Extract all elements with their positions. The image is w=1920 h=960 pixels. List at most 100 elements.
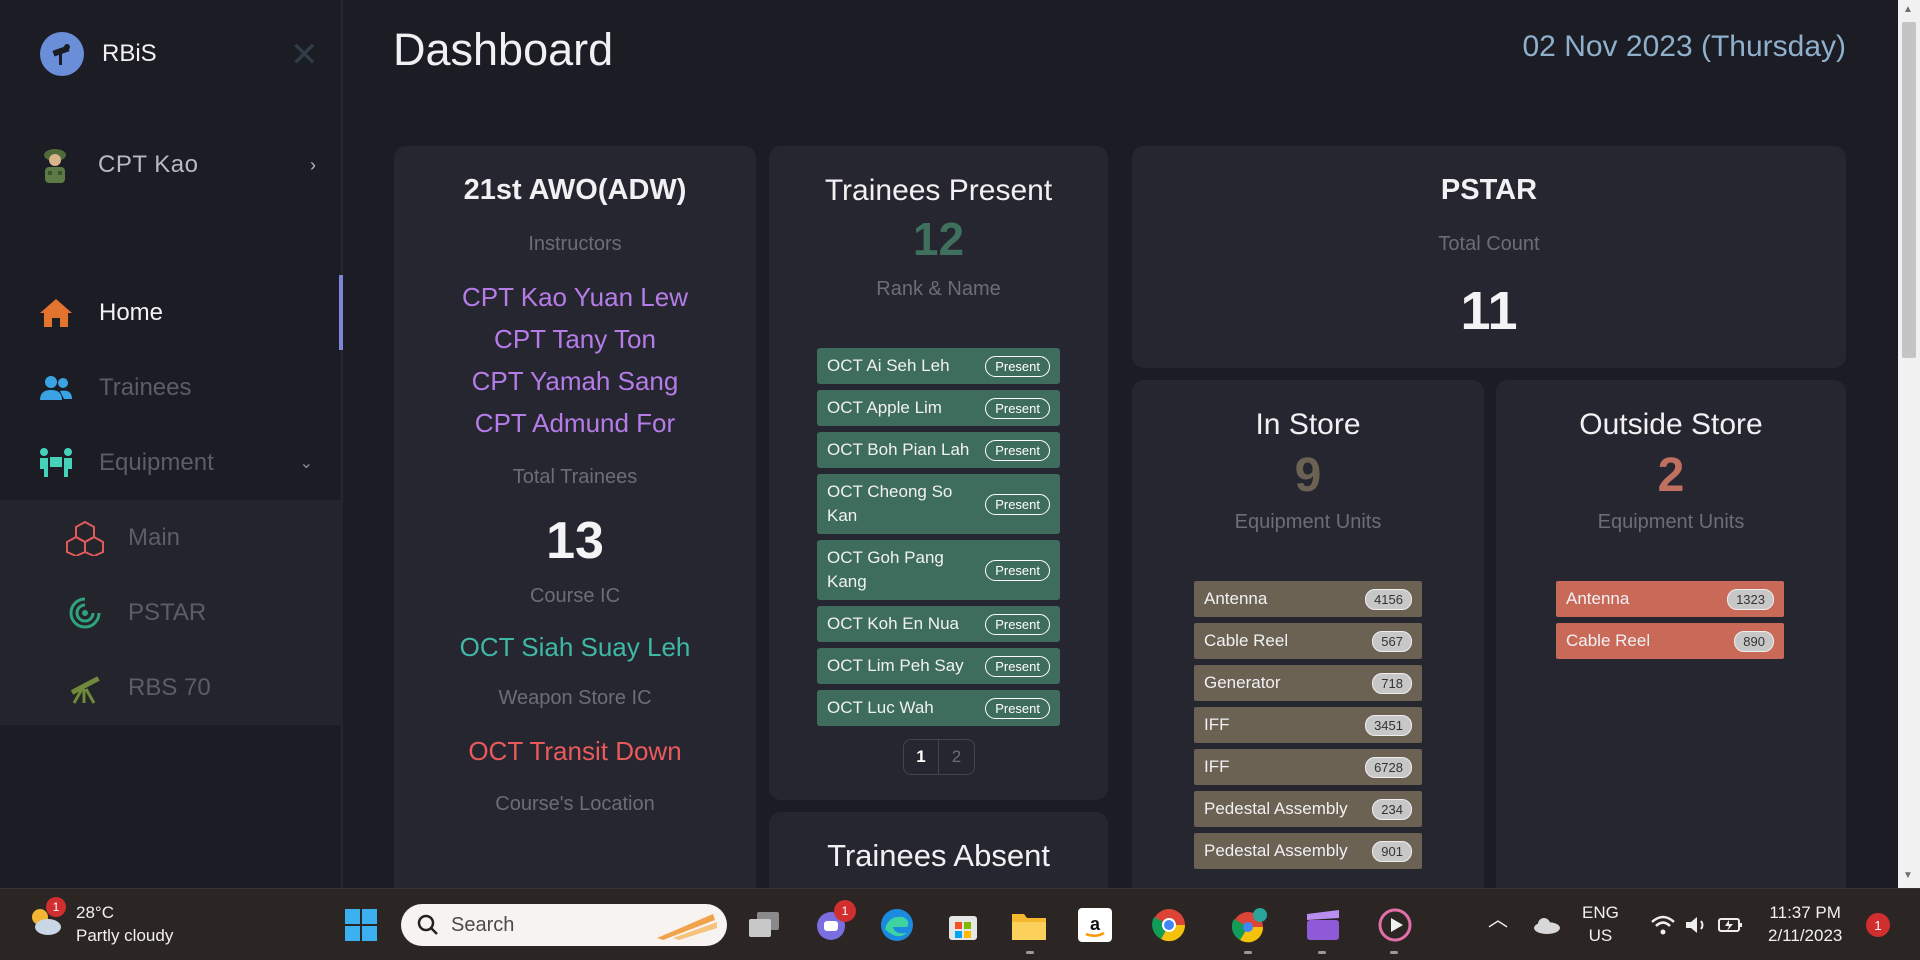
battery-charging-icon[interactable]	[1712, 906, 1750, 944]
list-item[interactable]: IFF 3451	[1194, 707, 1422, 743]
region: US	[1588, 926, 1613, 945]
sidebar-item-label: Equipment	[99, 448, 214, 476]
sidebar-item-label: Home	[99, 298, 164, 326]
chrome-icon[interactable]	[1150, 906, 1188, 944]
media-player-icon[interactable]	[1376, 906, 1414, 944]
language-indicator[interactable]: ENG US	[1582, 901, 1619, 947]
volume-icon[interactable]	[1678, 906, 1716, 944]
equipment-id-badge: 6728	[1365, 756, 1412, 778]
search-highlight-icon	[657, 914, 717, 940]
home-icon	[37, 296, 75, 330]
onedrive-cloud-icon[interactable]	[1528, 906, 1566, 944]
clock[interactable]: 11:37 PM 2/11/2023	[1768, 901, 1842, 947]
people-carry-icon	[37, 446, 75, 480]
amazon-icon[interactable]: a	[1076, 906, 1114, 944]
edge-browser-icon[interactable]	[878, 906, 916, 944]
equipment-units-label: Equipment Units	[1597, 511, 1745, 533]
close-sidebar-icon[interactable]: ✕	[290, 38, 319, 72]
chrome-profile-icon[interactable]	[1230, 906, 1268, 944]
equipment-name: IFF	[1204, 715, 1230, 734]
trainee-name: OCT Ai Seh Leh	[827, 356, 950, 375]
trainee-name: OCT Boh Pian Lah	[827, 440, 970, 459]
page-button-1[interactable]: 1	[904, 740, 939, 774]
status-badge: Present	[985, 559, 1050, 581]
task-view-icon[interactable]	[745, 906, 783, 944]
running-indicator	[1026, 951, 1034, 954]
sidebar-item-label: Main	[128, 523, 181, 551]
list-item[interactable]: Pedestal Assembly 234	[1194, 791, 1422, 827]
trainee-name: OCT Lim Peh Say	[827, 656, 964, 675]
sidebar-item-rbs70[interactable]: RBS 70	[0, 650, 343, 725]
total-trainees-label: Total Trainees	[512, 466, 638, 488]
taskbar-search[interactable]: Search	[401, 904, 727, 946]
list-item[interactable]: Cable Reel 567	[1194, 623, 1422, 659]
list-item: OCT Lim Peh Say Present	[817, 648, 1060, 684]
list-item[interactable]: Antenna 1323	[1556, 581, 1784, 617]
equipment-id-badge: 890	[1734, 630, 1774, 652]
teams-chat-icon[interactable]: 1	[812, 900, 856, 944]
equipment-id-badge: 567	[1372, 630, 1412, 652]
radar-icon	[66, 596, 104, 630]
file-explorer-icon[interactable]	[1010, 906, 1048, 944]
sidebar-item-pstar[interactable]: PSTAR	[0, 575, 343, 650]
page-title: Dashboard	[393, 24, 614, 75]
microsoft-store-icon[interactable]	[944, 906, 982, 944]
status-badge: Present	[985, 655, 1050, 677]
sidebar-item-main[interactable]: Main	[0, 500, 343, 575]
list-item[interactable]: Generator 718	[1194, 665, 1422, 701]
list-item[interactable]: Pedestal Assembly 901	[1194, 833, 1422, 869]
windows-start-icon[interactable]	[342, 906, 380, 944]
equipment-name: Antenna	[1566, 589, 1630, 608]
language: ENG	[1582, 903, 1619, 922]
equipment-name: Antenna	[1204, 589, 1268, 608]
wifi-icon[interactable]	[1644, 906, 1682, 944]
pagination: 1 2	[903, 739, 975, 775]
status-badge: Present	[985, 397, 1050, 419]
svg-text:a: a	[1090, 914, 1101, 934]
list-item: OCT Cheong So Kan Present	[817, 474, 1060, 534]
outside-store-card: Outside Store 2 Equipment Units Antenna 1…	[1496, 380, 1846, 920]
list-item[interactable]: IFF 6728	[1194, 749, 1422, 785]
status-badge: Present	[985, 439, 1050, 461]
list-item: OCT Luc Wah Present	[817, 690, 1060, 726]
sidebar-item-trainees[interactable]: Trainees	[0, 350, 343, 425]
course-ic-name: OCT Siah Suay Leh	[459, 632, 691, 662]
trainees-absent-title: Trainees Absent	[827, 838, 1050, 873]
outside-store-title: Outside Store	[1579, 408, 1763, 441]
scrollbar-thumb[interactable]	[1902, 22, 1916, 358]
brand-name: RBiS	[102, 40, 157, 67]
list-item[interactable]: Cable Reel 890	[1556, 623, 1784, 659]
scroll-down-icon[interactable]: ▼	[1903, 870, 1913, 881]
trainee-name: OCT Apple Lim	[827, 398, 942, 417]
trainees-present-count: 12	[912, 213, 965, 265]
scroll-up-icon[interactable]: ▲	[1903, 4, 1913, 15]
weather-condition: Partly cloudy	[76, 926, 174, 945]
notification-badge[interactable]: 1	[1866, 913, 1890, 937]
user-profile[interactable]: CPT Kao ›	[36, 145, 316, 185]
vertical-scrollbar[interactable]: ▲ ▼	[1898, 0, 1920, 888]
teams-badge: 1	[834, 900, 856, 922]
total-count-label: Total Count	[1438, 233, 1540, 255]
show-hidden-icons-icon[interactable]: ︿	[1488, 909, 1508, 932]
video-editor-icon[interactable]	[1304, 906, 1342, 944]
search-icon	[417, 914, 438, 935]
weapon-store-ic-label: Weapon Store IC	[498, 687, 652, 709]
equipment-name: Cable Reel	[1566, 631, 1651, 650]
course-card: 21st AWO(ADW) Instructors CPT Kao Yuan L…	[394, 146, 756, 906]
sidebar-item-home[interactable]: Home	[0, 275, 343, 350]
outside-store-count: 2	[1657, 449, 1685, 502]
sidebar-item-equipment[interactable]: Equipment ⌄	[0, 425, 343, 500]
course-location-label: Course's Location	[495, 793, 655, 815]
instructor-name: CPT Yamah Sang	[471, 366, 679, 396]
in-store-equipment-list: Antenna 4156 Cable Reel 567 Generator 718 I…	[1194, 581, 1422, 875]
cubes-icon	[66, 520, 104, 556]
rank-name-label: Rank & Name	[876, 278, 1001, 300]
list-item[interactable]: Antenna 4156	[1194, 581, 1422, 617]
brand[interactable]: RBiS	[40, 32, 157, 76]
outside-store-equipment-list: Antenna 1323 Cable Reel 890	[1556, 581, 1784, 665]
list-item: OCT Ai Seh Leh Present	[817, 348, 1060, 384]
weather-widget[interactable]: 1 28°C Partly cloudy	[26, 897, 174, 947]
page-button-2[interactable]: 2	[939, 740, 974, 774]
equipment-id-badge: 234	[1372, 798, 1412, 820]
status-badge: Present	[985, 355, 1050, 377]
